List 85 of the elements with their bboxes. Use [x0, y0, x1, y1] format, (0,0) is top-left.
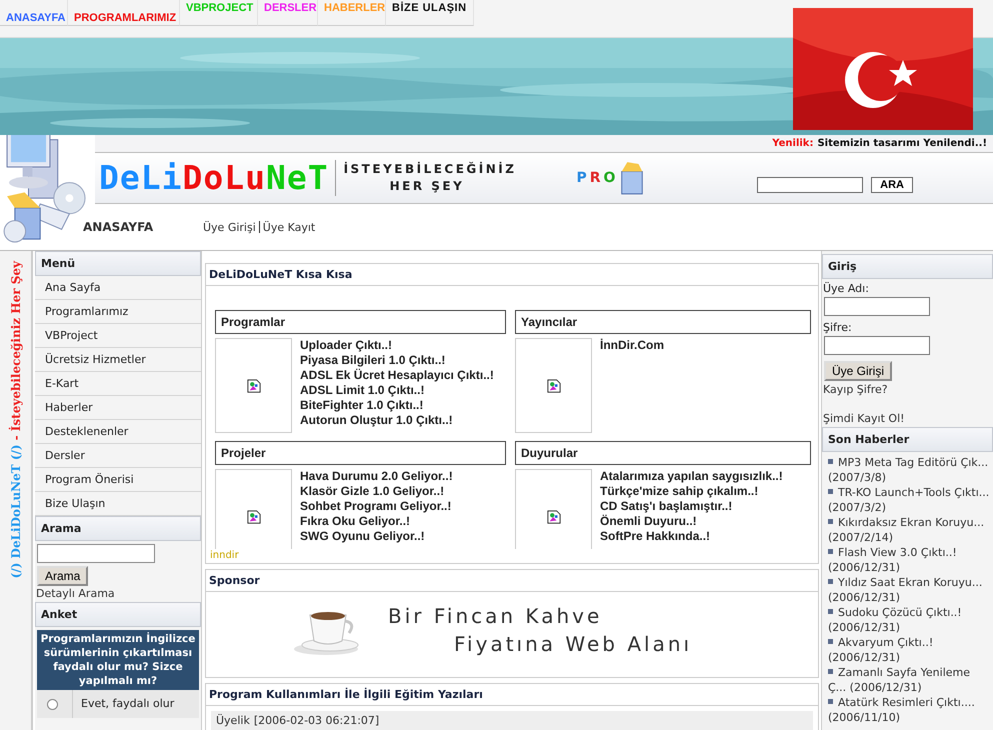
news-link[interactable]: ADSL Ek Ücret Hesaplayıcı Çıktı..!: [300, 368, 494, 383]
news-link[interactable]: Sohbet Programı Geliyor..!: [300, 499, 453, 514]
bullet-icon: [828, 459, 833, 464]
news-text: Sitemizin tasarımı Yenilendi..!: [817, 138, 987, 149]
news-link[interactable]: Türkçe'mize sahip çıkalım..!: [600, 484, 783, 499]
poll-option: Evet, faydalı olur: [72, 690, 174, 718]
banner-text: Fiyatına Web Alanı: [454, 630, 692, 658]
vertical-title: - İsteyebileceğiniz Her Şey: [8, 261, 22, 440]
news-link[interactable]: Fıkra Oku Geliyor..!: [300, 514, 453, 529]
news-link[interactable]: Flash View 3.0 Çıktı..! (2006/12/31): [828, 545, 991, 575]
bullet-icon: [828, 669, 833, 674]
username-field[interactable]: [824, 297, 930, 316]
news-link[interactable]: TR-KO Launch+Tools Çıktı... (2007/3/2): [828, 485, 991, 515]
bullet-icon: [828, 699, 833, 704]
article-date: [2006-02-03 06:21:07]: [254, 714, 380, 727]
news-link[interactable]: Atatürk Resimleri Çıktı.... (2006/11/10): [828, 695, 991, 725]
news-link[interactable]: SoftPre Hakkında..!: [600, 529, 783, 544]
search-field[interactable]: [37, 544, 155, 563]
bullet-icon: [828, 579, 833, 584]
news-link[interactable]: ADSL Limit 1.0 Çıktı..!: [300, 383, 494, 398]
news-link[interactable]: SWG Oyunu Geliyor..!: [300, 529, 453, 544]
news-link[interactable]: Hava Durumu 2.0 Geliyor..!: [300, 469, 453, 484]
news-link[interactable]: Zamanlı Sayfa Yenileme Ç... (2006/12/31): [828, 665, 991, 695]
field-label: Üye Adı:: [822, 281, 870, 295]
news-label: Yenilik:: [772, 138, 814, 149]
news-link[interactable]: Uploader Çıktı..!: [300, 338, 494, 353]
broken-image-icon: [246, 510, 260, 524]
bullet-icon: [828, 489, 833, 494]
vertical-title: (/) DeLiDoLuNeT (/): [8, 444, 22, 578]
news-link[interactable]: Kıkırdaksız Ekran Koruyu... (2007/2/14): [828, 515, 991, 545]
panel-heading: Program Kullanımları İle İlgili Eğitim Yazıları: [206, 684, 818, 706]
bullet-icon: [828, 519, 833, 524]
banner-text: Bir Fincan Kahve: [388, 602, 604, 630]
broken-image-icon: [246, 378, 260, 392]
breadcrumb-current: ANASAYFA: [83, 220, 154, 234]
panel-heading: Menü: [35, 251, 201, 276]
account-link[interactable]: Şimdi Kayıt Ol!: [822, 410, 993, 427]
advanced-search-link[interactable]: Detaylı Arama: [35, 586, 201, 602]
broken-image-icon: [546, 378, 560, 392]
news-link[interactable]: Sudoku Çözücü Çıktı..! (2006/12/31): [828, 605, 991, 635]
header-link[interactable]: Üye Girişi: [203, 220, 256, 234]
bullet-icon: [828, 549, 833, 554]
section-heading: Projeler: [215, 441, 506, 465]
broken-image-icon: [546, 510, 560, 524]
pro-logo: P R O: [576, 160, 646, 196]
news-link[interactable]: Önemli Duyuru..!: [600, 514, 783, 529]
section-heading: Yayıncılar: [515, 310, 811, 334]
search-field[interactable]: [757, 177, 864, 193]
news-link[interactable]: Akvaryum Çıktı..! (2006/12/31): [828, 635, 991, 665]
news-link[interactable]: Klasör Gizle 1.0 Geliyor..!: [300, 484, 453, 499]
panel-heading: Anket: [35, 602, 201, 627]
news-link[interactable]: Atalarımıza yapılan saygısızlık..!: [600, 469, 783, 484]
section-heading: Programlar: [215, 310, 506, 334]
news-link[interactable]: Yıldız Saat Ekran Koruyu... (2006/12/31): [828, 575, 991, 605]
password-field[interactable]: [824, 336, 930, 355]
panel-heading: Sponsor: [206, 570, 818, 592]
site-logo: DeLiDoLuNeT: [99, 160, 336, 196]
header-link[interactable]: Üye Kayıt: [262, 220, 316, 234]
login-button[interactable]: Üye Girişi: [824, 361, 892, 381]
tagline: İSTEYEBİLECEĞİNİZ: [344, 161, 516, 178]
panel-heading: DeLiDoLuNeT Kısa Kısa: [206, 264, 818, 286]
nav-link[interactable]: ANASAYFA: [0, 0, 68, 26]
nav-link[interactable]: BİZE ULAŞIN: [386, 0, 474, 26]
panel-heading: Giriş: [822, 254, 993, 279]
panel-heading: Arama: [35, 516, 201, 541]
news-link[interactable]: CD Satış'ı başlamıştır..!: [600, 499, 783, 514]
news-link[interactable]: İnnDir.Com: [600, 338, 664, 353]
account-link[interactable]: Kayıp Şifre?: [822, 381, 993, 398]
article-title: Üyelik: [216, 714, 250, 727]
search-button[interactable]: Arama: [37, 566, 88, 586]
footer-text: inndir: [210, 550, 239, 561]
bullet-icon: [828, 609, 833, 614]
tagline: HER ŞEY: [390, 178, 466, 195]
news-link[interactable]: MP3 Meta Tag Editörü Çık... (2007/3/8): [828, 455, 991, 485]
poll-question: Programlarımızın İngilizce sürümlerinin çıkartılması faydalı olur mu? Sizce yapılmalı mı?: [37, 630, 199, 690]
field-label: Şifre:: [822, 320, 853, 334]
news-link[interactable]: Piyasa Bilgileri 1.0 Çıktı..!: [300, 353, 494, 368]
bullet-icon: [828, 639, 833, 644]
news-link[interactable]: Autorun Oluştur 1.0 Çıktı..!: [300, 413, 494, 428]
panel-heading: Son Haberler: [822, 427, 993, 452]
section-heading: Duyurular: [515, 441, 811, 465]
nav-link[interactable]: PROGRAMLARIMIZ: [68, 0, 180, 26]
search-button[interactable]: ARA: [871, 177, 913, 193]
radio-button[interactable]: [47, 698, 58, 710]
news-link[interactable]: BiteFighter 1.0 Çıktı..!: [300, 398, 494, 413]
